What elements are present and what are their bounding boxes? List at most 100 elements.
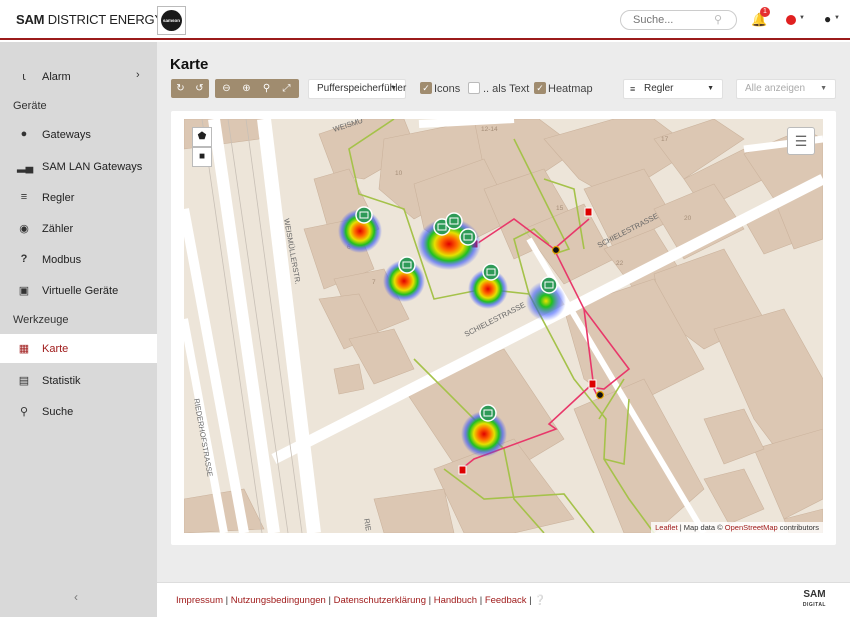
sidebar-item-label: Alarm bbox=[42, 71, 71, 83]
sidebar-item-label: Regler bbox=[42, 192, 75, 204]
sidebar-item-zaehler[interactable]: ◉ Zähler bbox=[0, 214, 157, 243]
map-attribution: Leaflet | Map data © OpenStreetMap contr… bbox=[651, 522, 823, 533]
page-title: Karte bbox=[170, 56, 209, 73]
sidebar-item-regler[interactable]: ≡ Regler bbox=[0, 183, 157, 212]
sidebar-item-virtuelle-geraete[interactable]: ▣ Virtuelle Geräte bbox=[0, 276, 157, 305]
filter-select[interactable]: Alle anzeigen ▼ bbox=[736, 79, 836, 99]
user-caret-icon[interactable]: ▼ bbox=[834, 15, 840, 21]
osm-link[interactable]: OpenStreetMap bbox=[725, 523, 778, 532]
as-text-checkbox[interactable] bbox=[468, 82, 480, 94]
icons-checkbox[interactable]: ✓ bbox=[420, 82, 432, 94]
footer: Impressum | Nutzungsbedingungen | Datens… bbox=[157, 582, 850, 617]
search-icon: ⚲ bbox=[19, 406, 29, 418]
gauge-icon: ◉ bbox=[19, 223, 29, 235]
sidebar-item-alarm[interactable]: ⍳ Alarm › bbox=[0, 62, 157, 91]
leaflet-link[interactable]: Leaflet bbox=[655, 523, 678, 532]
globe-icon: ● bbox=[20, 128, 28, 140]
red-marker[interactable] bbox=[584, 207, 593, 217]
zoom-reset-icon[interactable]: ⚲ bbox=[257, 79, 276, 98]
question-icon: ? bbox=[20, 253, 28, 265]
footer-link-feedback[interactable]: Feedback bbox=[485, 595, 527, 606]
map-card: WEISMÜLLERSTR. SCHIELESTRASSE SCHIELESTR… bbox=[171, 111, 836, 545]
map-icon: ▦ bbox=[18, 343, 30, 355]
notification-badge: 1 bbox=[760, 7, 770, 17]
map[interactable]: WEISMÜLLERSTR. SCHIELESTRASSE SCHIELESTR… bbox=[184, 119, 823, 533]
toolbar-refresh-group: ↻ ↺ bbox=[171, 79, 209, 98]
signal-icon: ▂▄ bbox=[17, 161, 34, 173]
device-marker[interactable] bbox=[479, 404, 497, 422]
sidebar-item-karte[interactable]: ▦ Karte bbox=[0, 334, 157, 363]
sidebar-item-statistik[interactable]: ▤ Statistik bbox=[0, 366, 157, 395]
device-marker[interactable] bbox=[445, 212, 463, 230]
heatmap-checkbox[interactable]: ✓ bbox=[534, 82, 546, 94]
valve-marker[interactable] bbox=[595, 390, 605, 400]
device-marker[interactable] bbox=[482, 263, 500, 281]
sidebar: ⍳ Alarm › Geräte ● Gateways ▂▄ SAM LAN G… bbox=[0, 42, 157, 617]
device-marker[interactable] bbox=[540, 276, 558, 294]
section-header-devices: Geräte bbox=[13, 100, 47, 112]
device-marker[interactable] bbox=[459, 228, 477, 246]
as-text-checkbox-label: .. als Text bbox=[483, 83, 530, 95]
footer-link-datenschutz[interactable]: Datenschutzerklärung bbox=[334, 595, 426, 606]
help-icon[interactable]: ❔ bbox=[534, 595, 546, 606]
house-number: 7 bbox=[372, 279, 376, 286]
heatmap-checkbox-label: Heatmap bbox=[548, 83, 593, 95]
status-caret-icon[interactable]: ▼ bbox=[799, 15, 805, 21]
house-number: 17 bbox=[661, 136, 669, 143]
sliders-icon: ≡ bbox=[20, 191, 28, 203]
sidebar-item-sam-lan-gateways[interactable]: ▂▄ SAM LAN Gateways bbox=[0, 152, 157, 181]
top-bar: SAM DISTRICT ENERGY samson ⚲ 🔔 1 ▼ ● ▼ bbox=[0, 0, 850, 40]
attribution-text: | Map data © bbox=[677, 523, 725, 532]
status-indicator[interactable] bbox=[786, 15, 796, 25]
layers-icon[interactable]: ☰ bbox=[787, 127, 815, 155]
zoom-out-icon[interactable]: ⊖ bbox=[217, 79, 236, 98]
map-canvas[interactable]: WEISMÜLLERSTR. SCHIELESTRASSE SCHIELESTR… bbox=[184, 119, 823, 533]
attribution-text: contributors bbox=[777, 523, 819, 532]
red-marker[interactable] bbox=[458, 465, 467, 475]
sidebar-item-label: Zähler bbox=[42, 223, 74, 235]
collapse-sidebar-icon[interactable]: ‹ bbox=[74, 590, 78, 604]
footer-links: Impressum | Nutzungsbedingungen | Datens… bbox=[176, 595, 547, 606]
toolbar-zoom-group: ⊖ ⊕ ⚲ ⤢ bbox=[215, 79, 299, 98]
footer-link-impressum[interactable]: Impressum bbox=[176, 595, 223, 606]
draw-polygon-icon[interactable]: ⬟ bbox=[192, 127, 212, 147]
sensor-select[interactable]: Pufferspeicherfühler ▼ bbox=[308, 79, 406, 99]
caret-down-icon: ▼ bbox=[820, 85, 827, 92]
device-marker[interactable] bbox=[355, 206, 373, 224]
device-type-select[interactable]: ≡ Regler ▼ bbox=[623, 79, 723, 99]
samson-logo: samson bbox=[157, 6, 186, 35]
sidebar-item-label: Virtuelle Geräte bbox=[42, 285, 119, 297]
valve-marker[interactable] bbox=[551, 245, 561, 255]
search-icon[interactable]: ⚲ bbox=[714, 13, 722, 26]
sidebar-item-gateways[interactable]: ● Gateways bbox=[0, 120, 157, 149]
house-number: 15 bbox=[556, 205, 564, 212]
sidebar-item-modbus[interactable]: ? Modbus bbox=[0, 245, 157, 274]
house-number: 20 bbox=[684, 215, 692, 222]
zoom-in-icon[interactable]: ⊕ bbox=[237, 79, 256, 98]
brand-logo[interactable]: SAM DISTRICT ENERGY bbox=[16, 12, 163, 27]
sam-digital-logo: SAM DIGITAL bbox=[802, 589, 826, 609]
sidebar-item-suche[interactable]: ⚲ Suche bbox=[0, 397, 157, 426]
bell-icon: ⍳ bbox=[22, 71, 26, 83]
sitemap-icon: ▣ bbox=[18, 285, 30, 297]
sidebar-item-label: SAM LAN Gateways bbox=[42, 161, 143, 173]
footer-link-handbuch[interactable]: Handbuch bbox=[434, 595, 477, 606]
street-label: RIE bbox=[362, 518, 373, 532]
sidebar-item-label: Statistik bbox=[42, 375, 81, 387]
sidebar-item-label: Karte bbox=[42, 343, 69, 355]
house-number: 22 bbox=[616, 260, 624, 267]
sidebar-item-label: Gateways bbox=[42, 129, 91, 141]
user-icon[interactable]: ● bbox=[824, 12, 831, 26]
refresh-icon[interactable]: ↻ bbox=[171, 79, 190, 98]
device-marker[interactable] bbox=[398, 256, 416, 274]
sliders-icon: ≡ bbox=[630, 84, 636, 94]
caret-down-icon: ▼ bbox=[390, 85, 397, 92]
sidebar-item-label: Modbus bbox=[42, 254, 82, 266]
draw-rectangle-icon[interactable]: ■ bbox=[192, 147, 212, 167]
history-icon[interactable]: ↺ bbox=[190, 79, 209, 98]
red-marker[interactable] bbox=[588, 379, 597, 389]
footer-link-nutzungsbedingungen[interactable]: Nutzungsbedingungen bbox=[231, 595, 326, 606]
fullscreen-icon[interactable]: ⤢ bbox=[277, 79, 296, 98]
chevron-right-icon: › bbox=[136, 69, 140, 81]
street-label: RIEDERHOFSTRASSE bbox=[192, 398, 215, 478]
